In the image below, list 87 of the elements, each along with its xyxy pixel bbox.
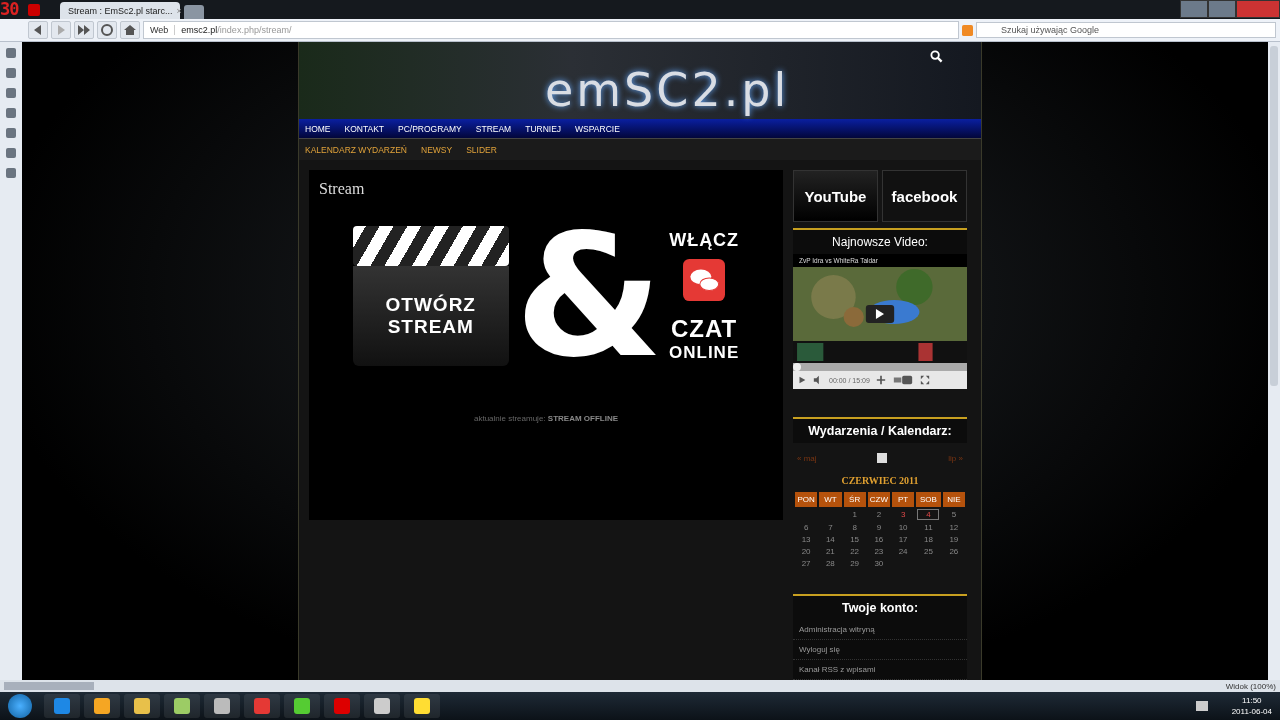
calendar-day[interactable]: 10 [893, 522, 914, 532]
calendar-day[interactable]: 8 [844, 522, 865, 532]
calendar-day[interactable]: 18 [918, 534, 939, 544]
calendar-month: CZERWIEC 2011 [840, 475, 920, 486]
address-field[interactable]: Web emsc2.pl/index.php/stream/ [143, 21, 959, 39]
calendar-day[interactable]: 20 [796, 546, 817, 556]
section-heading: Twoje konto: [793, 594, 967, 620]
sub-nav-link[interactable]: SLIDER [466, 144, 497, 155]
calendar-day[interactable]: 23 [868, 546, 889, 556]
taskbar-icon[interactable] [284, 694, 320, 718]
calendar-day[interactable]: 25 [918, 546, 939, 556]
search-icon[interactable] [930, 50, 943, 63]
clock[interactable]: 11:50 2011-06-04 [1231, 695, 1272, 717]
nav-link[interactable]: TURNIEJ [525, 123, 562, 134]
section-heading: Wydarzenia / Kalendarz: [793, 417, 967, 443]
calendar-day[interactable]: 19 [943, 534, 964, 544]
sub-nav-link[interactable]: NEWSY [421, 144, 453, 155]
stream-status: aktualnie streamuje: STREAM OFFLINE [473, 414, 618, 423]
calendar-day[interactable]: 12 [943, 522, 964, 532]
calendar-day[interactable]: 5 [943, 510, 964, 519]
taskbar-icon[interactable] [204, 694, 240, 718]
taskbar-icon[interactable] [84, 694, 120, 718]
play-icon[interactable] [797, 375, 807, 385]
calendar-day[interactable]: 3 [893, 510, 914, 519]
calendar-day[interactable]: 16 [868, 534, 889, 544]
reload-icon[interactable] [97, 21, 117, 39]
calendar-day[interactable]: 28 [820, 558, 841, 568]
chat-button[interactable]: WŁĄCZ CZAT ONLINE [669, 229, 740, 363]
calendar-day[interactable]: 26 [943, 546, 964, 556]
calendar-day[interactable]: 9 [868, 522, 889, 532]
nav-link[interactable]: HOME [305, 123, 331, 134]
calendar-day[interactable]: 30 [868, 558, 889, 568]
weekday-header: NIE [942, 492, 965, 507]
calendar-day[interactable]: 27 [796, 558, 817, 568]
fullscreen-icon[interactable] [919, 375, 930, 385]
calendar-day[interactable]: 14 [820, 534, 841, 544]
close-icon[interactable] [1236, 0, 1280, 18]
zoom-button[interactable]: Widok (100%) [1225, 681, 1276, 691]
fast-forward-icon[interactable] [74, 21, 94, 39]
taskbar-icon[interactable] [164, 694, 200, 718]
weekday-header: WT [819, 492, 842, 507]
facebook-button[interactable]: facebook [882, 170, 967, 222]
section-heading: Najnowsze Video: [793, 228, 967, 254]
calendar-day[interactable]: 22 [844, 546, 865, 556]
menu-button[interactable] [28, 3, 40, 16]
taskbar-icon[interactable] [124, 694, 160, 718]
calendar-day[interactable]: 15 [844, 534, 865, 544]
nav-link[interactable]: KONTAKT [344, 123, 384, 134]
sub-nav-link[interactable]: KALENDARZ WYDARZEŃ [305, 144, 407, 155]
account-link[interactable]: Administracja witryną [793, 620, 967, 640]
calendar-day[interactable]: 4 [917, 509, 940, 520]
nav-link[interactable]: STREAM [475, 123, 512, 134]
calendar-day[interactable]: 1 [844, 510, 865, 519]
calendar-day[interactable]: 2 [868, 510, 889, 519]
youtube-button[interactable]: YouTube [793, 170, 878, 222]
nav-link[interactable]: PC/PROGRAMY [398, 123, 462, 134]
taskbar-icon[interactable] [364, 694, 400, 718]
plus-icon[interactable] [875, 375, 886, 385]
search-field[interactable]: Szukaj używając Google [976, 22, 1276, 38]
calendar-day[interactable]: 21 [820, 546, 841, 556]
calendar-day[interactable]: 13 [796, 534, 817, 544]
calendar-day[interactable]: 24 [893, 546, 914, 556]
page-title: Stream [319, 180, 365, 198]
weekday-header: PT [892, 492, 915, 507]
fps-counter: 30 [0, 0, 20, 19]
home-icon[interactable] [120, 21, 140, 39]
maximize-icon[interactable] [1208, 0, 1236, 18]
account-link[interactable]: Kanał RSS z wpisami [793, 660, 967, 680]
minimize-icon[interactable] [1180, 0, 1208, 18]
start-button[interactable] [8, 694, 32, 718]
browser-tab[interactable]: Stream : EmSc2.pl starc... × [60, 2, 180, 19]
back-icon[interactable] [28, 21, 48, 39]
account-link[interactable]: Wyloguj się [793, 640, 967, 660]
nav-link[interactable]: WSPARCIE [575, 123, 620, 134]
calendar-day[interactable]: 6 [796, 522, 817, 532]
weekday-header: ŚR [843, 492, 866, 507]
ampersand: & [514, 211, 663, 381]
calendar-day[interactable]: 7 [820, 522, 841, 532]
weekday-header: PON [795, 492, 818, 507]
calendar-day[interactable]: 11 [918, 522, 939, 532]
weekday-header: SOB [916, 492, 941, 507]
calendar-day[interactable]: 17 [893, 534, 914, 544]
taskbar-icon[interactable] [404, 694, 440, 718]
weekday-header: CZW [867, 492, 890, 507]
calendar-day[interactable]: 29 [844, 558, 865, 568]
chat-icon[interactable] [683, 258, 726, 301]
scrollbar-thumb[interactable] [1270, 46, 1278, 386]
